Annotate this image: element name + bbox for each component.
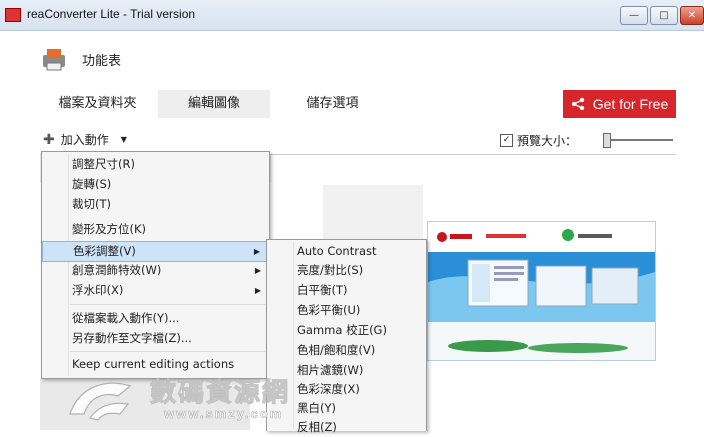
app-icon [5,8,21,22]
menu-item-transform[interactable]: 變形及方位(K) [42,220,269,239]
add-action-menu: 調整尺寸(R) 旋轉(S) 裁切(T) 變形及方位(K) 色彩調整(V) ▶ 創… [41,151,270,379]
submenu-item-photo-filter[interactable]: 相片濾鏡(W) [267,361,426,380]
submenu-item-brightness-contrast[interactable]: 亮度/對比(S) [267,261,426,280]
menu-separator [70,304,265,305]
preview-size-label: 預覽大小： [517,134,578,148]
menu-item-save-actions[interactable]: 另存動作至文字檔(Z)... [42,329,269,348]
submenu-item-white-balance[interactable]: 白平衡(T) [267,281,426,300]
chevron-down-icon: ▼ [120,135,127,144]
menu-item-watermark[interactable]: 浮水印(X) ▶ [42,281,269,300]
tab-files-folders[interactable]: 檔案及資料夾 [40,90,155,118]
submenu-item-gamma[interactable]: Gamma 校正(G) [267,321,426,340]
menu-item-resize[interactable]: 調整尺寸(R) [42,155,269,174]
menu-item-color-adjust[interactable]: 色彩調整(V) ▶ [42,241,269,262]
window-title: reaConverter Lite - Trial version [27,7,196,21]
submenu-item-color-balance[interactable]: 色彩平衡(U) [267,301,426,320]
menu-item-creative-effects[interactable]: 創意潤飾特效(W) ▶ [42,261,269,280]
menu-item-label: 浮水印(X) [72,283,124,297]
submenu-item-color-depth[interactable]: 色彩深度(X) [267,380,426,399]
preview-size-slider[interactable] [603,133,673,148]
get-for-free-label: Get for Free [592,96,669,112]
menu-app-icon[interactable] [40,45,68,73]
preview-size-control: ✓ 預覽大小： [500,132,577,149]
menu-item-rotate[interactable]: 旋轉(S) [42,175,269,194]
preview-checkbox[interactable]: ✓ [500,134,513,147]
submenu-item-black-white[interactable]: 黑白(Y) [267,399,426,418]
tab-edit-images[interactable]: 編輯圖像 [158,90,270,118]
menu-item-label: 創意潤飾特效(W) [72,263,162,277]
menu-item-label: 色彩調整(V) [73,244,136,258]
minimize-button[interactable]: — [620,6,648,25]
menu-item-load-actions[interactable]: 從檔案載入動作(Y)... [42,309,269,328]
get-for-free-button[interactable]: Get for Free [563,90,676,118]
menu-item-keep-actions[interactable]: Keep current editing actions [42,355,269,374]
color-adjust-submenu: Auto Contrast 亮度/對比(S) 白平衡(T) 色彩平衡(U) Ga… [266,239,427,434]
thumbnail-area [40,378,250,430]
maximize-button[interactable]: □ [650,6,678,25]
submenu-arrow-icon: ▶ [254,286,261,295]
title-bar: reaConverter Lite - Trial version — □ ✕ [0,0,704,31]
submenu-item-auto-contrast[interactable]: Auto Contrast [267,242,426,261]
preview-image [427,221,656,361]
submenu-item-hue-saturation[interactable]: 色相/飽和度(V) [267,341,426,360]
submenu-item-invert[interactable]: 反相(Z) [267,418,426,437]
add-action-label: 加入動作 [60,133,109,147]
menu-item-crop[interactable]: 裁切(T) [42,195,269,214]
submenu-arrow-icon: ▶ [253,247,260,256]
tab-save-options[interactable]: 儲存選項 [275,90,390,118]
add-action-button[interactable]: ✚ 加入動作 ▼ [43,131,127,148]
function-menu[interactable]: 功能表 [82,50,121,69]
close-button[interactable]: ✕ [680,6,704,25]
share-icon [571,97,584,111]
plus-icon: ✚ [43,131,55,148]
menu-separator [70,351,265,352]
slider-thumb[interactable] [603,133,611,148]
submenu-arrow-icon: ▶ [254,266,261,275]
